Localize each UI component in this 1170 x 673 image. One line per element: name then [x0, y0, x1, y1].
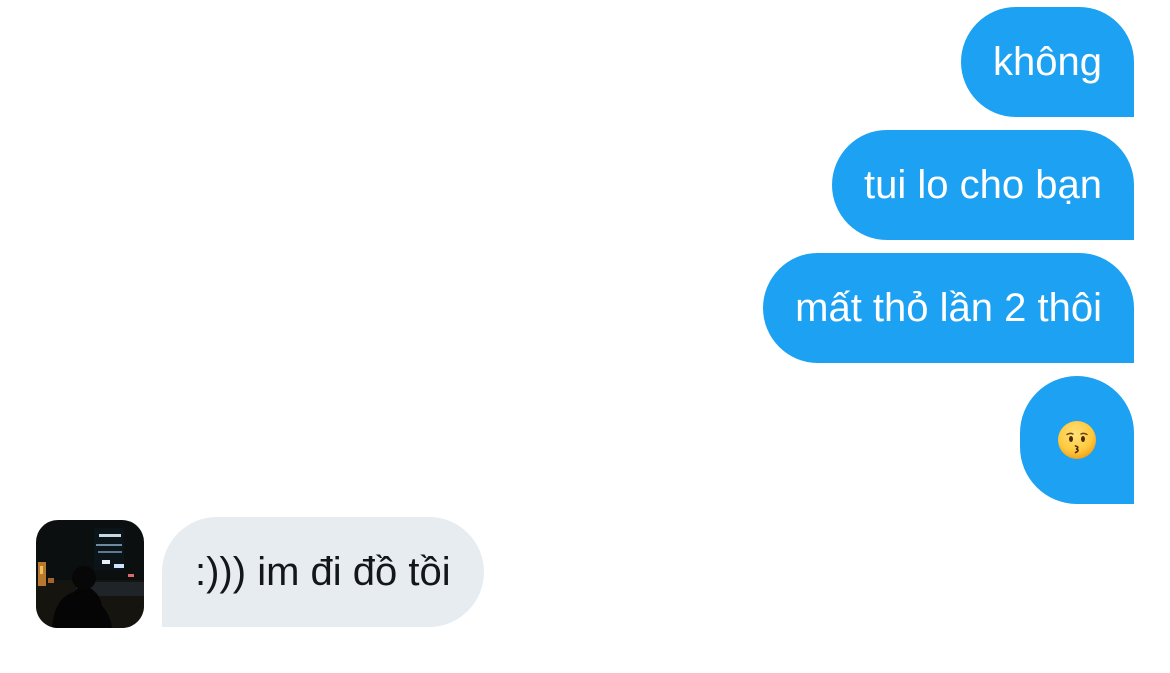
avatar[interactable]: [36, 520, 144, 628]
message-text: tui lo cho bạn: [864, 163, 1102, 207]
incoming-message-bubble[interactable]: :))) im đi đồ tồi: [162, 517, 484, 627]
avatar-image: [36, 520, 144, 628]
message-text: mất thỏ lần 2 thôi: [795, 286, 1102, 330]
message-text: :))) im đi đồ tồi: [195, 550, 451, 594]
outgoing-message-bubble[interactable]: không: [961, 7, 1134, 117]
outgoing-message-bubble[interactable]: mất thỏ lần 2 thôi: [763, 253, 1134, 363]
outgoing-message-bubble[interactable]: tui lo cho bạn: [832, 130, 1134, 240]
message-text: không: [993, 40, 1102, 84]
outgoing-emoji-bubble[interactable]: [1020, 376, 1134, 504]
kissing-face-icon: [1058, 421, 1096, 459]
